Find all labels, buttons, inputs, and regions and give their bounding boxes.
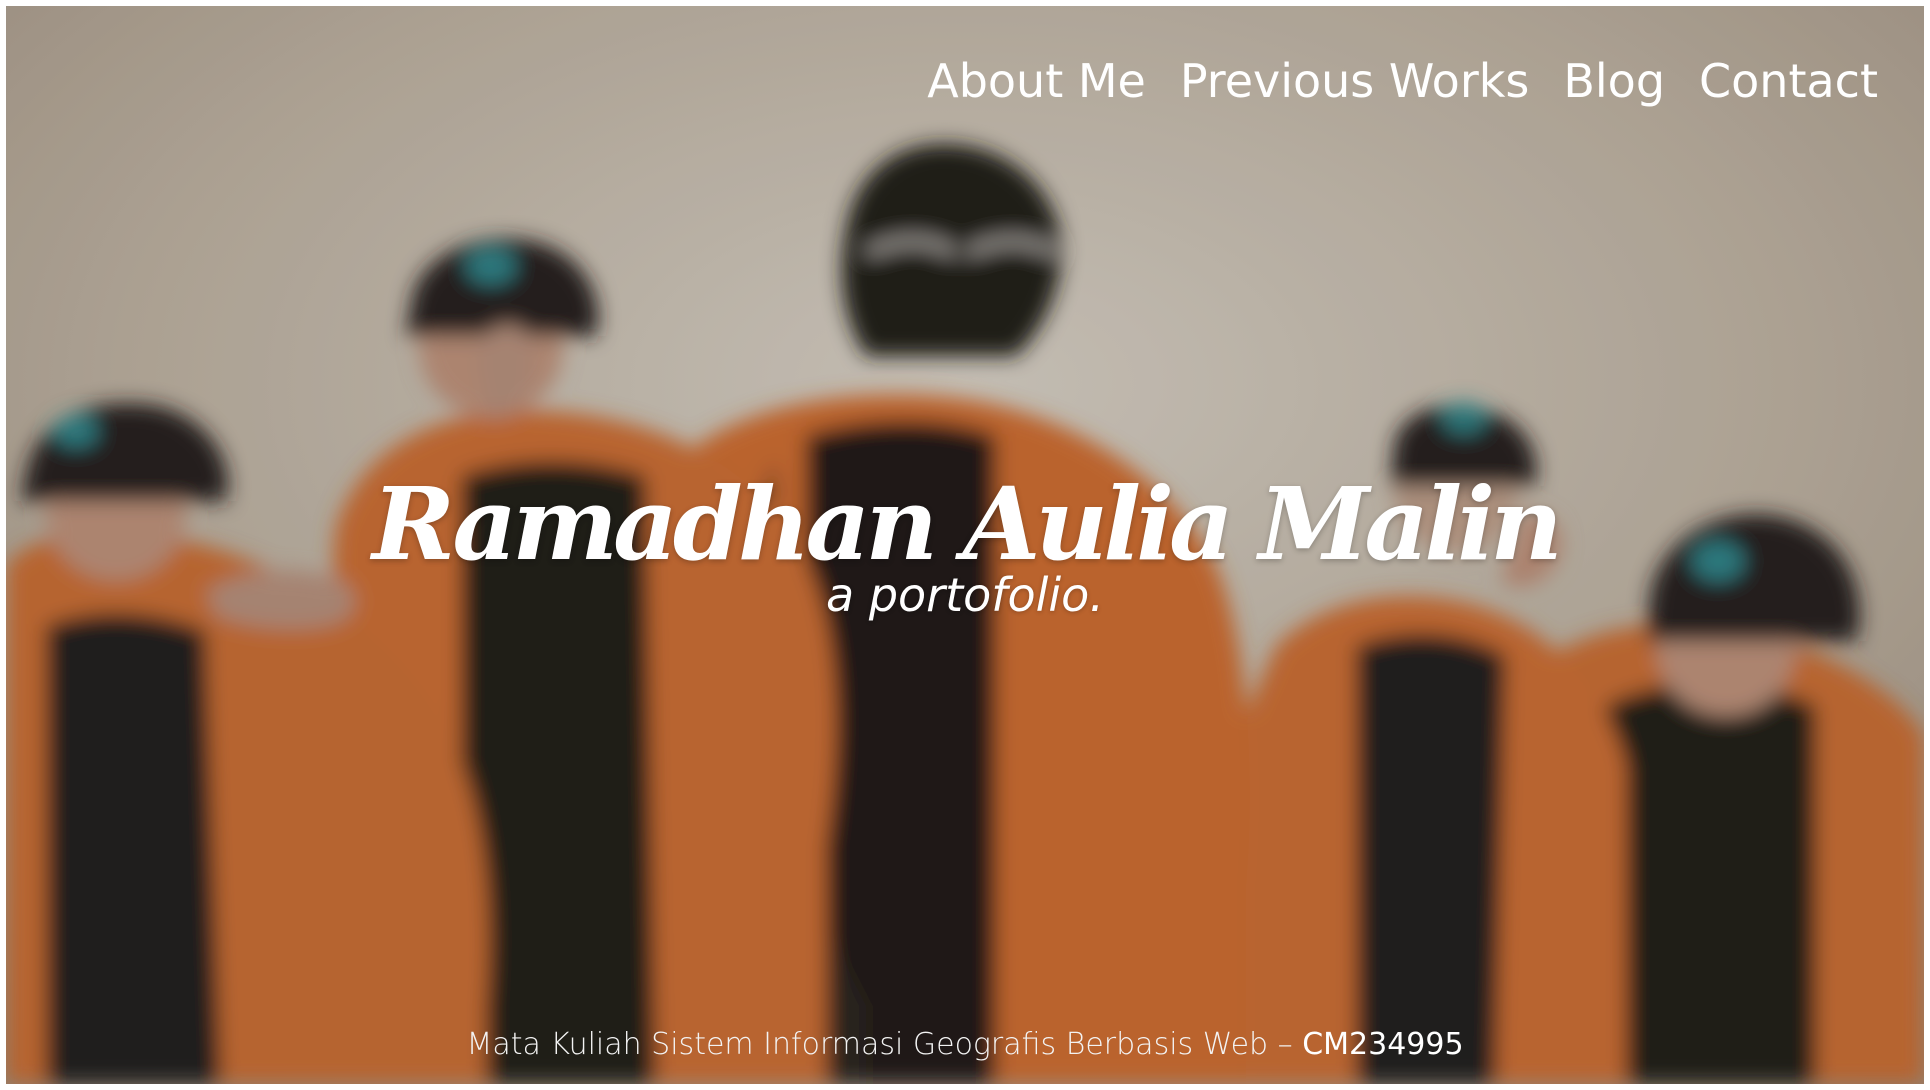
nav-link-blog[interactable]: Blog bbox=[1563, 58, 1665, 104]
footer-course-code: CM234995 bbox=[1302, 1027, 1464, 1062]
hero-title: Ramadhan Aulia Malin bbox=[372, 465, 1563, 583]
top-navigation: About Me Previous Works Blog Contact bbox=[927, 58, 1878, 104]
footer-course-info: Mata Kuliah Sistem Informasi Geografis B… bbox=[6, 1030, 1924, 1060]
nav-link-contact[interactable]: Contact bbox=[1699, 58, 1878, 104]
nav-link-about-me[interactable]: About Me bbox=[927, 58, 1146, 104]
footer-course-text: Mata Kuliah Sistem Informasi Geografis B… bbox=[466, 1027, 1303, 1062]
hero-section: About Me Previous Works Blog Contact Ram… bbox=[6, 6, 1924, 1084]
hero-subtitle: a portofolio. bbox=[826, 568, 1104, 622]
nav-link-previous-works[interactable]: Previous Works bbox=[1180, 58, 1529, 104]
